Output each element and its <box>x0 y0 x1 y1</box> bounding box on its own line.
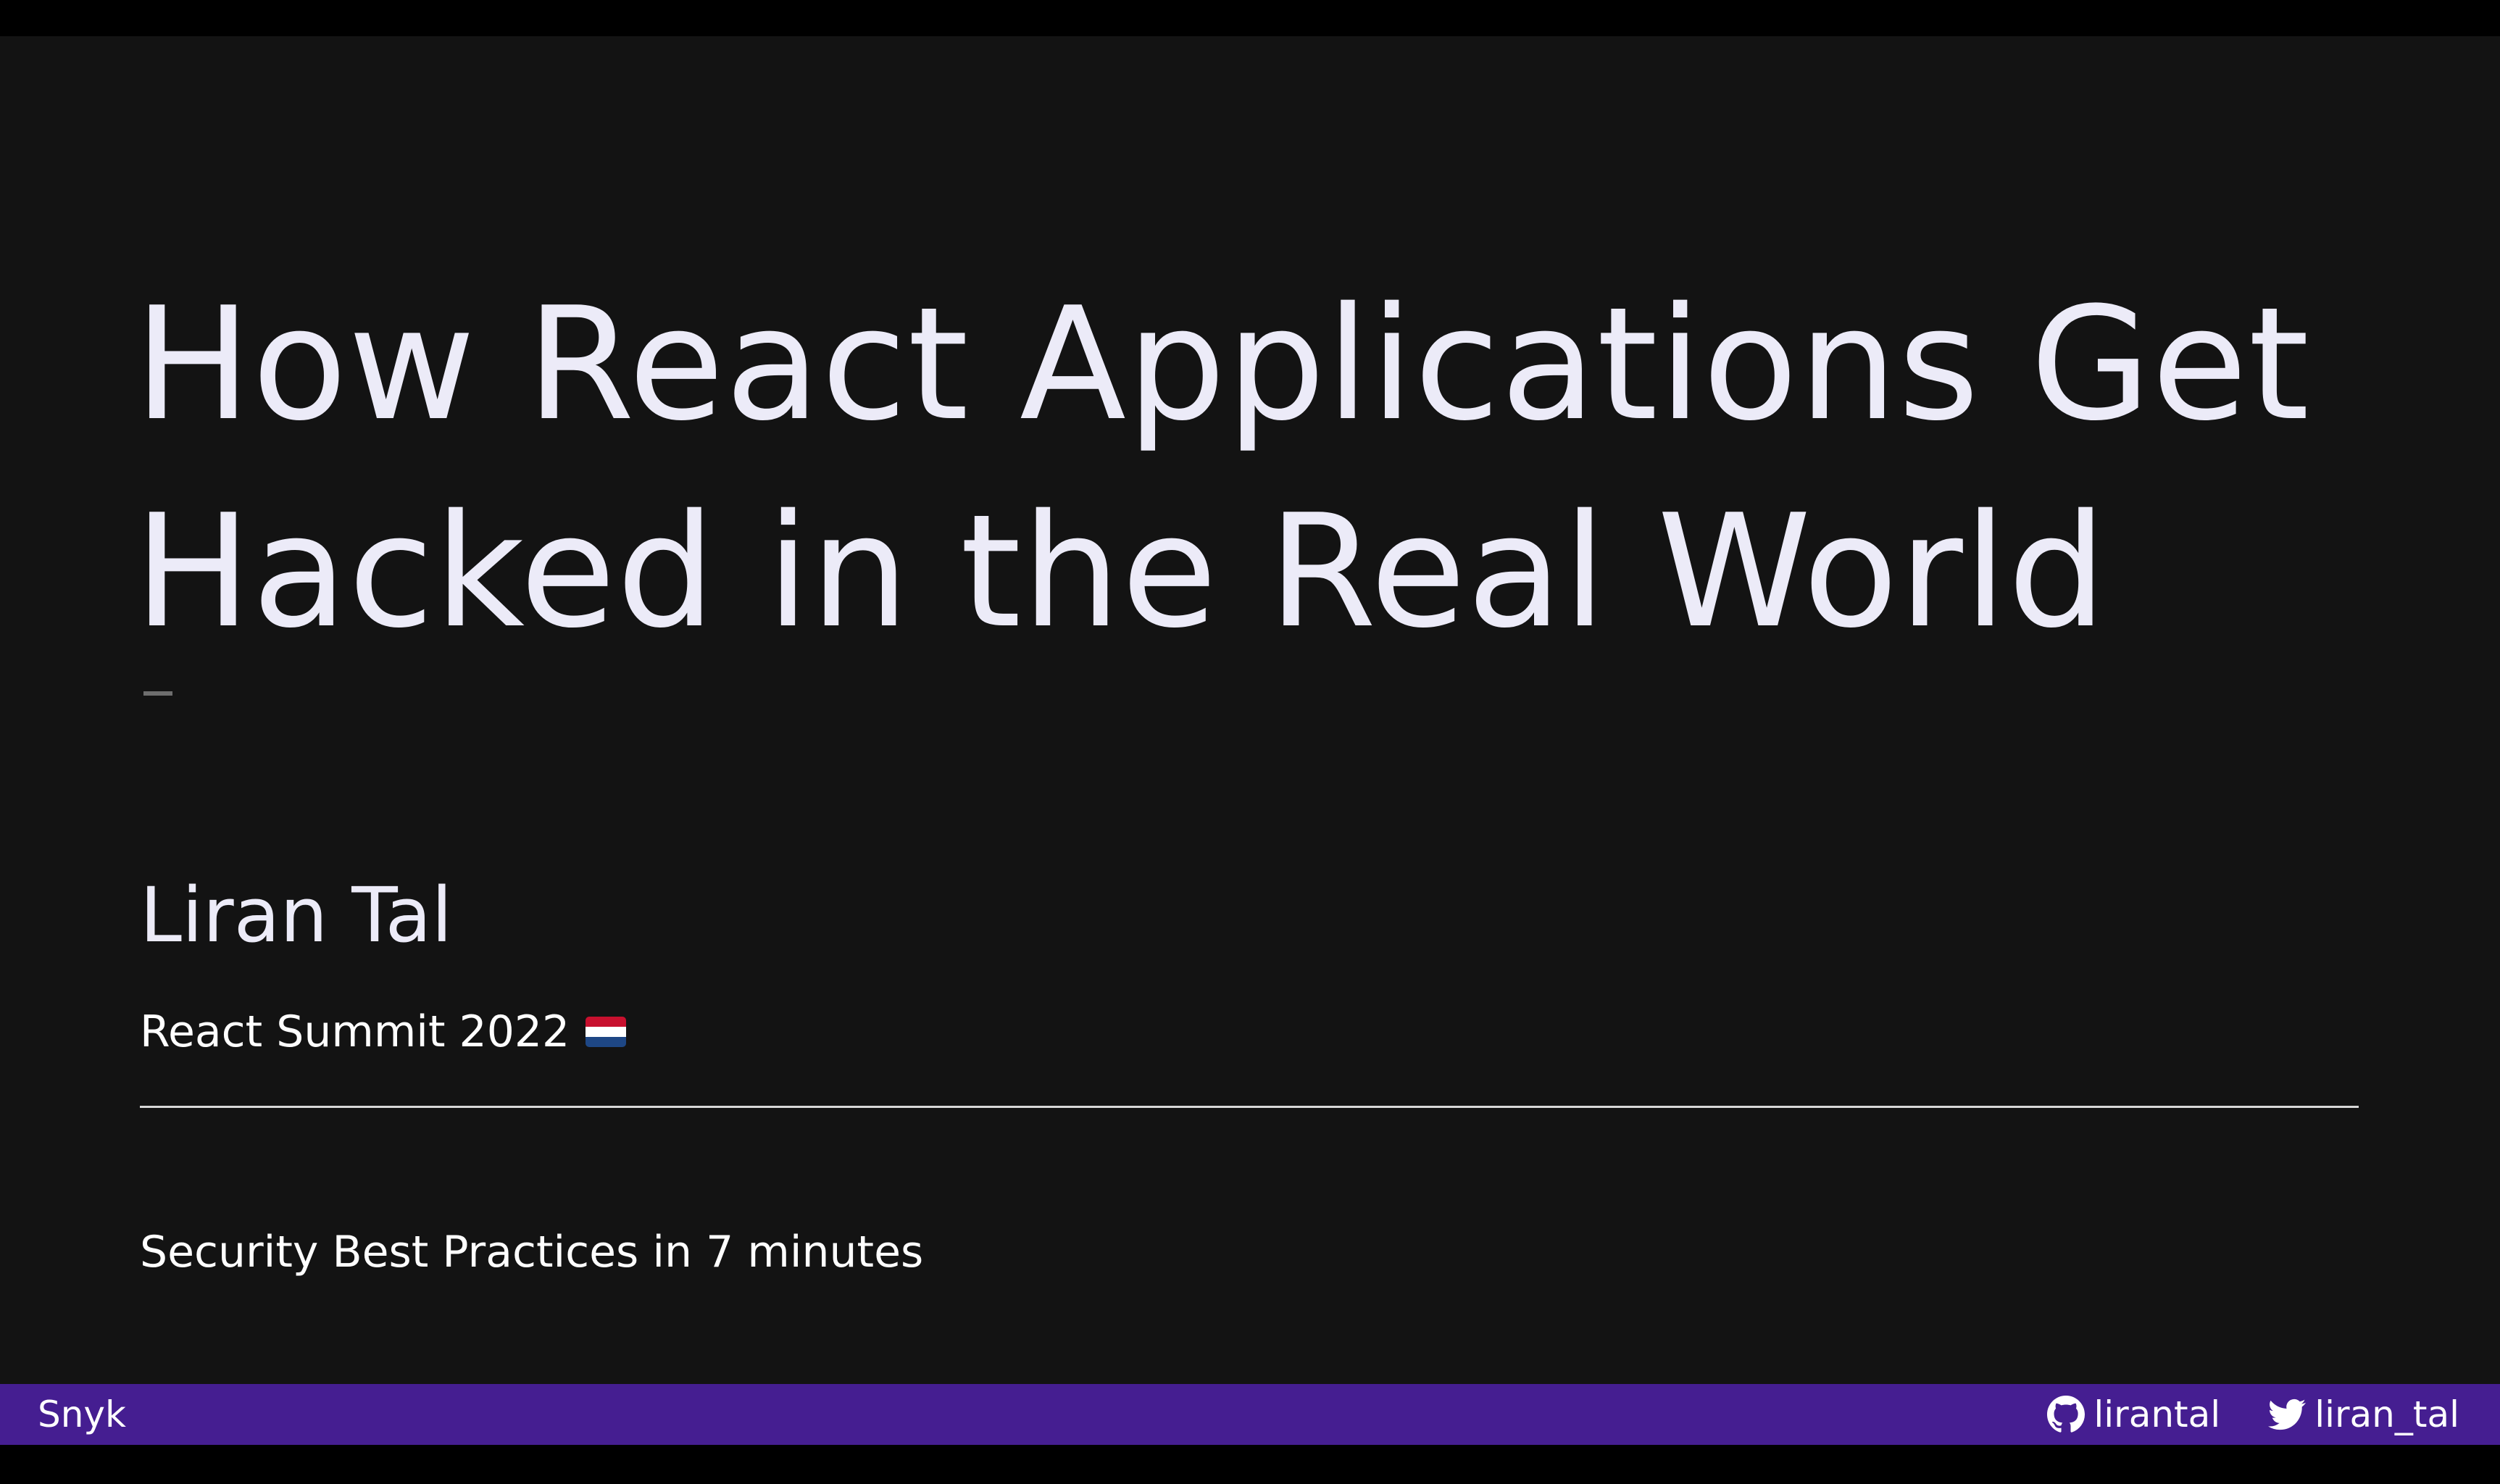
letterbox-bottom <box>0 1445 2500 1484</box>
netherlands-flag-icon <box>586 1017 627 1047</box>
title-dash-divider <box>143 691 172 696</box>
letterbox-top <box>0 0 2500 36</box>
twitter-handle: liran_tal <box>2314 1393 2459 1435</box>
event-name: React Summit 2022 <box>140 1006 570 1057</box>
horizontal-divider <box>140 1106 2359 1108</box>
github-icon <box>2047 1396 2086 1433</box>
slide-title: How React Applications Get Hacked in the… <box>134 273 2310 662</box>
footer-brand: Snyk <box>38 1393 126 1435</box>
github-link[interactable]: lirantal <box>2047 1393 2220 1435</box>
footer-social-links: lirantal liran_tal <box>2047 1384 2459 1445</box>
event-line: React Summit 2022 <box>140 1004 627 1060</box>
author-name: Liran Tal <box>140 871 453 959</box>
github-handle: lirantal <box>2093 1393 2221 1435</box>
twitter-icon <box>2268 1398 2307 1430</box>
slide-subtitle: Security Best Practices in 7 minutes <box>140 1227 924 1277</box>
twitter-link[interactable]: liran_tal <box>2268 1393 2459 1435</box>
slide: How React Applications Get Hacked in the… <box>0 36 2500 1384</box>
footer-bar: Snyk lirantal liran_tal <box>0 1384 2500 1445</box>
